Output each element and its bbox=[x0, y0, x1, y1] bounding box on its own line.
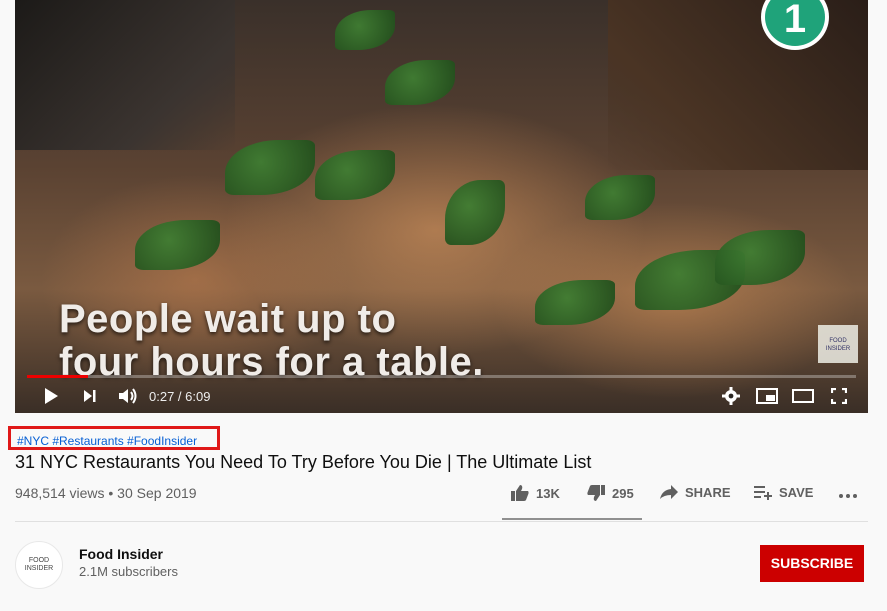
more-icon bbox=[839, 494, 857, 498]
sentiment-bar bbox=[502, 518, 642, 520]
theater-icon[interactable] bbox=[791, 384, 815, 408]
divider bbox=[15, 521, 868, 522]
video-shadow-left bbox=[15, 0, 235, 150]
hashtags-text[interactable]: #NYC #Restaurants #FoodInsider bbox=[17, 434, 197, 448]
next-icon[interactable] bbox=[79, 384, 101, 408]
video-caption: People wait up to four hours for a table… bbox=[59, 298, 484, 384]
thumbs-down-icon bbox=[587, 485, 605, 501]
more-actions-button[interactable] bbox=[838, 486, 858, 502]
play-icon[interactable] bbox=[40, 384, 62, 408]
player-controls: 0:27 / 6:09 bbox=[15, 380, 868, 413]
subscriber-count: 2.1M subscribers bbox=[79, 564, 178, 579]
playlist-add-icon bbox=[754, 486, 772, 500]
share-button[interactable]: SHARE bbox=[659, 484, 731, 500]
like-button[interactable]: 13K bbox=[510, 484, 560, 502]
progress-bar[interactable] bbox=[27, 375, 856, 378]
miniplayer-icon[interactable] bbox=[755, 384, 779, 408]
share-label: SHARE bbox=[685, 484, 731, 500]
video-player[interactable]: 1 People wait up to four hours for a tab… bbox=[15, 0, 868, 413]
volume-icon[interactable] bbox=[116, 384, 140, 408]
save-label: SAVE bbox=[779, 484, 814, 500]
caption-line: People wait up to bbox=[59, 297, 397, 341]
subscribe-button[interactable]: SUBSCRIBE bbox=[760, 545, 864, 582]
settings-icon[interactable] bbox=[720, 384, 742, 408]
save-button[interactable]: SAVE bbox=[753, 484, 813, 500]
channel-name[interactable]: Food Insider bbox=[79, 546, 163, 562]
channel-avatar[interactable]: FOOD INSIDER bbox=[15, 541, 63, 589]
fullscreen-icon[interactable] bbox=[828, 384, 850, 408]
channel-watermark[interactable]: FOOD INSIDER bbox=[818, 325, 858, 363]
share-icon bbox=[660, 485, 678, 499]
dislike-button[interactable]: 295 bbox=[586, 484, 634, 502]
time-display: 0:27 / 6:09 bbox=[149, 389, 211, 404]
video-meta: 948,514 views • 30 Sep 2019 bbox=[15, 485, 197, 501]
dislike-count: 295 bbox=[612, 485, 634, 501]
like-count: 13K bbox=[536, 485, 560, 501]
video-shadow-right bbox=[608, 0, 868, 170]
thumbs-up-icon bbox=[511, 485, 529, 501]
video-title: 31 NYC Restaurants You Need To Try Befor… bbox=[15, 452, 592, 472]
hashtag-links[interactable]: #NYC #Restaurants #FoodInsider bbox=[8, 426, 220, 450]
progress-played bbox=[27, 375, 88, 378]
